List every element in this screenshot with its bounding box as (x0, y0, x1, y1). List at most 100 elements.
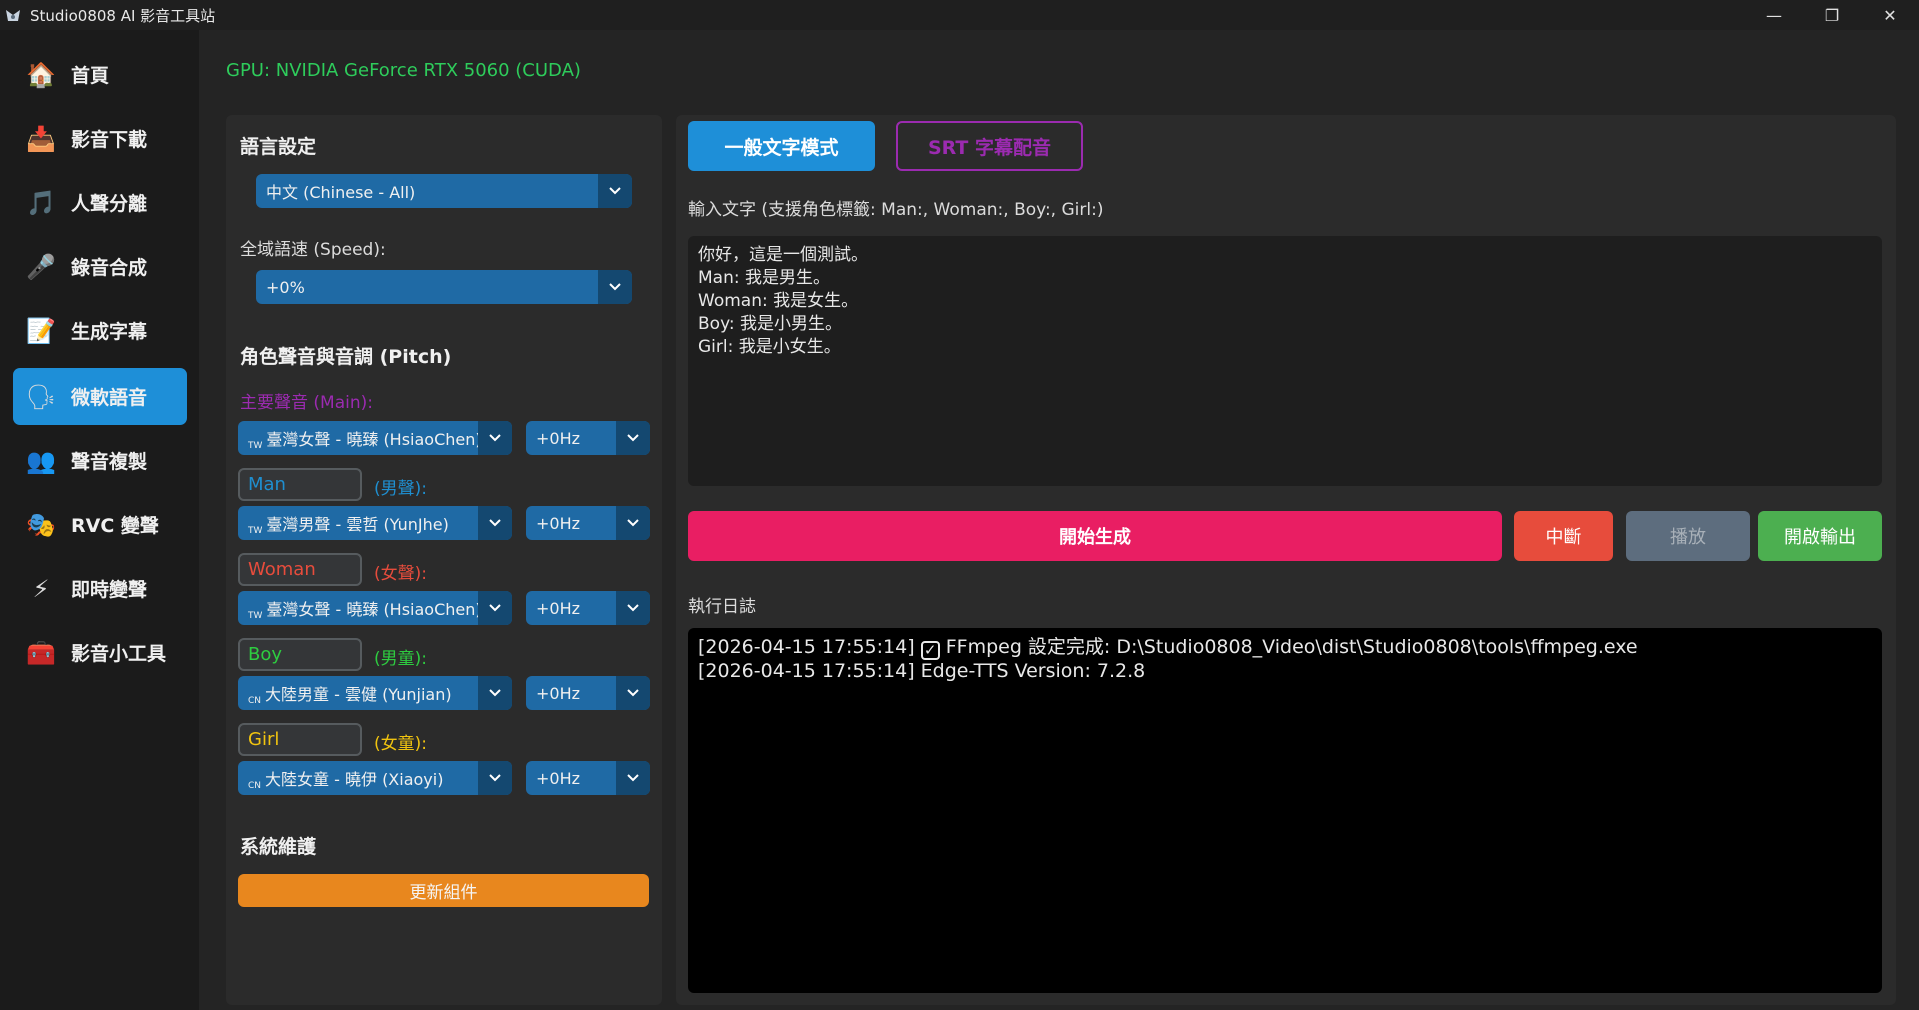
log-text: Edge-TTS Version: 7.2.8 (920, 660, 1146, 682)
speed-label: 全域語速 (Speed): (240, 240, 386, 260)
restore-button[interactable]: ❐ (1803, 0, 1861, 30)
girl-voice-select[interactable]: CN 大陸女童 - 曉伊 (Xiaoyi) (238, 761, 512, 795)
chevron-down-icon (616, 591, 650, 625)
woman-voice-select[interactable]: TW 臺灣女聲 - 曉臻 (HsiaoChen) (238, 591, 512, 625)
title-bar: Studio0808 AI 影音工具站 — ❐ ✕ (0, 0, 1919, 30)
lightning-icon: ⚡ (32, 574, 50, 603)
masks-icon: 🎭 (26, 510, 56, 539)
tts-panel: 一般文字模式 SRT 字幕配音 輸入文字 (支援角色標籤: Man:, Woma… (676, 115, 1896, 1005)
sidebar-item-label: 影音小工具 (71, 643, 167, 665)
boy-pitch-select[interactable]: +0Hz (526, 676, 650, 710)
flag-tw: TW (248, 525, 263, 536)
sidebar-item-label: 聲音複製 (71, 451, 148, 473)
man-voice-value: 臺灣男聲 - 雲哲 (YunJhe) (266, 514, 449, 534)
woman-pitch-select[interactable]: +0Hz (526, 591, 650, 625)
update-components-button[interactable]: 更新組件 (238, 874, 649, 907)
man-tag-input[interactable]: Man (238, 468, 362, 501)
girl-tag-label: (女童): (374, 734, 427, 754)
srt-dubbing-mode-button[interactable]: SRT 字幕配音 (896, 121, 1083, 171)
sidebar-item-label: 即時變聲 (71, 579, 148, 601)
main-voice-select[interactable]: TW 臺灣女聲 - 曉臻 (HsiaoChen) (238, 421, 512, 455)
log-text: FFmpeg 設定完成: D:\Studio0808_Video\dist\St… (945, 636, 1638, 658)
log-timestamp: [2026-04-15 17:55:14] (698, 636, 915, 658)
start-generate-button[interactable]: 開始生成 (688, 511, 1502, 561)
chevron-down-icon (598, 270, 632, 304)
main-pitch-value: +0Hz (536, 428, 581, 448)
log-label: 執行日誌 (688, 597, 756, 617)
user-copy-icon: 👥 (26, 446, 56, 475)
sidebar-item-recording[interactable]: 🎤 錄音合成 (13, 238, 187, 295)
settings-panel: 語言設定 中文 (Chinese - All) 全域語速 (Speed): +0… (226, 115, 662, 1005)
log-line: [2026-04-15 17:55:14] Edge-TTS Version: … (698, 660, 1872, 683)
sidebar-item-realtime-voice[interactable]: ⚡ 即時變聲 (13, 560, 187, 617)
sidebar-item-tools[interactable]: 🧰 影音小工具 (13, 624, 187, 681)
chevron-down-icon (616, 761, 650, 795)
maintenance-section-title: 系統維護 (240, 836, 317, 858)
gpu-status: GPU: NVIDIA GeForce RTX 5060 (CUDA) (226, 60, 581, 81)
speaking-head-icon: 🗣 (25, 382, 57, 411)
sidebar-item-voice-clone[interactable]: 👥 聲音複製 (13, 432, 187, 489)
boy-voice-select[interactable]: CN 大陸男童 - 雲健 (Yunjian) (238, 676, 512, 710)
main-voice-value: 臺灣女聲 - 曉臻 (HsiaoChen) (266, 429, 478, 449)
roles-section-title: 角色聲音與音調 (Pitch) (240, 346, 452, 368)
open-output-button[interactable]: 開啟輸出 (1758, 511, 1882, 561)
man-voice-select[interactable]: TW 臺灣男聲 - 雲哲 (YunJhe) (238, 506, 512, 540)
speed-select[interactable]: +0% (256, 270, 632, 304)
sidebar: 🏠 首頁 📥 影音下載 🎵 人聲分離 🎤 錄音合成 📝 生成字幕 🗣 微軟語音 … (0, 30, 199, 1010)
text-line: Man: 我是男生。 (698, 268, 830, 288)
sidebar-item-rvc[interactable]: 🎭 RVC 變聲 (13, 496, 187, 553)
girl-pitch-select[interactable]: +0Hz (526, 761, 650, 795)
sidebar-item-label: 首頁 (71, 65, 110, 87)
sidebar-item-vocal-separation[interactable]: 🎵 人聲分離 (13, 174, 187, 231)
memo-icon: 📝 (26, 316, 56, 345)
flag-tw: TW (248, 610, 263, 621)
minimize-button[interactable]: — (1745, 0, 1803, 30)
download-icon: 📥 (26, 124, 56, 153)
man-pitch-value: +0Hz (536, 513, 581, 533)
text-input-area[interactable]: 你好，這是一個測試。 Man: 我是男生。 Woman: 我是女生。 Boy: … (688, 236, 1882, 486)
sidebar-item-home[interactable]: 🏠 首頁 (13, 46, 187, 103)
text-line: Girl: 我是小女生。 (698, 337, 841, 357)
window-title: Studio0808 AI 影音工具站 (30, 6, 216, 25)
boy-voice-value: 大陸男童 - 雲健 (Yunjian) (265, 684, 452, 704)
close-button[interactable]: ✕ (1861, 0, 1919, 30)
input-text-label: 輸入文字 (支援角色標籤: Man:, Woman:, Boy:, Girl:) (688, 200, 1104, 220)
language-select[interactable]: 中文 (Chinese - All) (256, 174, 632, 208)
text-line: 你好，這是一個測試。 (698, 245, 868, 265)
boy-tag-label: (男童): (374, 649, 427, 669)
woman-tag-label: (女聲): (374, 564, 427, 584)
flag-cn: CN (248, 695, 262, 706)
sidebar-item-label: 生成字幕 (71, 321, 148, 343)
log-line: [2026-04-15 17:55:14] ✓ FFmpeg 設定完成: D:\… (698, 636, 1872, 660)
man-pitch-select[interactable]: +0Hz (526, 506, 650, 540)
log-timestamp: [2026-04-15 17:55:14] (698, 660, 915, 682)
chevron-down-icon (616, 676, 650, 710)
sidebar-item-label: RVC 變聲 (71, 515, 159, 537)
sidebar-item-label: 影音下載 (71, 129, 148, 151)
microphone-icon: 🎤 (26, 252, 56, 281)
girl-voice-value: 大陸女童 - 曉伊 (Xiaoyi) (265, 769, 444, 789)
girl-tag-input[interactable]: Girl (238, 723, 362, 756)
main-pitch-select[interactable]: +0Hz (526, 421, 650, 455)
log-output[interactable]: [2026-04-15 17:55:14] ✓ FFmpeg 設定完成: D:\… (688, 628, 1882, 993)
girl-pitch-value: +0Hz (536, 768, 581, 788)
sidebar-item-subtitles[interactable]: 📝 生成字幕 (13, 302, 187, 359)
chevron-down-icon (598, 174, 632, 208)
chevron-down-icon (478, 421, 512, 455)
sidebar-item-label: 錄音合成 (71, 257, 148, 279)
stop-button[interactable]: 中斷 (1514, 511, 1613, 561)
woman-tag-input[interactable]: Woman (238, 553, 362, 586)
boy-tag-input[interactable]: Boy (238, 638, 362, 671)
language-section-title: 語言設定 (240, 136, 317, 158)
text-line: Boy: 我是小男生。 (698, 314, 843, 334)
sidebar-item-label: 人聲分離 (71, 193, 148, 215)
chevron-down-icon (478, 506, 512, 540)
man-tag-label: (男聲): (374, 479, 427, 499)
general-text-mode-button[interactable]: 一般文字模式 (688, 121, 875, 171)
play-button[interactable]: 播放 (1626, 511, 1750, 561)
chevron-down-icon (616, 506, 650, 540)
sidebar-item-microsoft-tts[interactable]: 🗣 微軟語音 (13, 368, 187, 425)
text-line: Woman: 我是女生。 (698, 291, 859, 311)
boy-pitch-value: +0Hz (536, 683, 581, 703)
sidebar-item-download[interactable]: 📥 影音下載 (13, 110, 187, 167)
